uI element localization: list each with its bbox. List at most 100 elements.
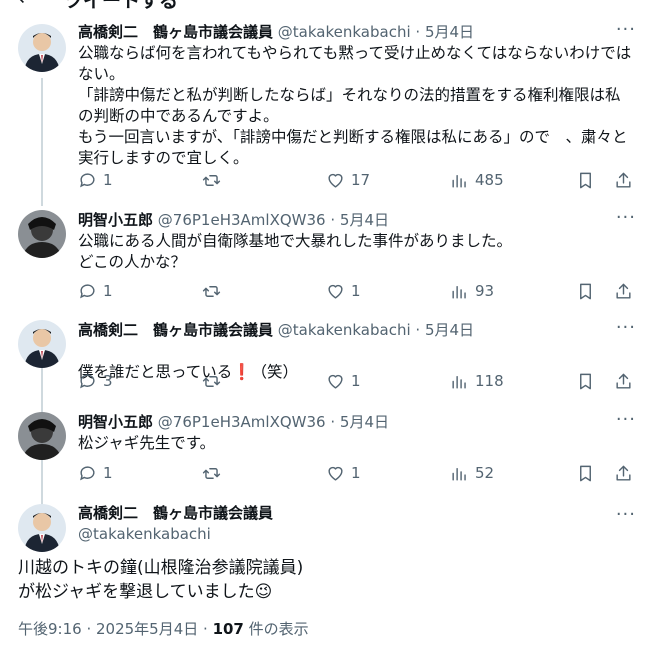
user-handle[interactable]: @76P1eH3AmlXQW36 [158,211,326,229]
reply-button[interactable]: 1 [78,280,113,302]
avatar-photo-icon [18,24,66,72]
tweet-date[interactable]: 5月4日 [340,413,389,431]
separator-dot: · [415,23,421,41]
tweet-date[interactable]: 5月4日 [340,211,389,229]
like-button[interactable]: 1 [326,462,361,484]
share-icon [616,373,631,389]
views-chart-icon [452,467,466,481]
heart-icon [328,466,343,481]
separator-dot: · [330,413,336,431]
views-chart-icon [452,174,466,188]
display-name[interactable]: 高橋剣二 鶴ヶ島市議会議員 [78,321,273,339]
retweet-button[interactable] [202,280,227,302]
avatar[interactable] [18,24,66,72]
bookmark-button[interactable] [576,370,601,392]
reply-icon [80,283,95,298]
views-button[interactable]: 93 [450,280,494,302]
reply-count: 1 [103,282,113,300]
retweet-button[interactable] [202,169,227,191]
avatar-photo-icon [18,210,66,258]
view-count: 93 [475,282,495,300]
like-count: 17 [351,171,371,189]
reply-count: 1 [103,171,113,189]
tweet-header: 高橋剣二 鶴ヶ島市議会議員 @takakenkabachi · 5月4日 [78,320,636,340]
bookmark-icon [580,465,591,481]
tweet-actions: 1 1 52 [78,462,636,484]
tweet-metadata: 午後9:16 · 2025年5月4日 · 107 件の表示 [18,618,309,639]
tweet-header: 高橋剣二 鶴ヶ島市議会議員 @takakenkabachi · 5月4日 [78,22,636,42]
bookmark-button[interactable] [576,280,601,302]
more-options-icon[interactable]: ··· [616,207,636,228]
like-count: 1 [351,372,361,390]
views-button[interactable]: 485 [450,169,504,191]
user-handle[interactable]: @takakenkabachi [278,321,411,339]
avatar[interactable] [18,320,66,368]
heart-icon [328,284,343,299]
bookmark-button[interactable] [576,462,601,484]
view-count: 52 [475,464,495,482]
views-count: 107 [212,620,244,638]
tweet-timestamp[interactable]: 午後9:16 · 2025年5月4日 · [18,620,213,638]
views-chart-icon [452,285,466,299]
more-options-icon[interactable]: ··· [616,504,636,525]
tweet-text: 公職にある人間が自衛隊基地で大暴れした事件がありました。 どこの人かな？ [78,232,513,271]
views-button[interactable]: 118 [450,370,504,392]
retweet-icon [202,467,221,479]
reply-icon [80,172,95,187]
user-handle[interactable]: @takakenkabachi [78,524,273,544]
share-button[interactable] [614,280,639,302]
avatar[interactable] [18,504,66,552]
like-button[interactable]: 1 [326,280,361,302]
display-name[interactable]: 明智小五郎 [78,211,153,229]
thread-line [41,456,43,506]
retweet-button[interactable] [202,370,227,392]
more-options-icon[interactable]: ··· [616,409,636,430]
separator-dot: · [330,211,336,229]
back-arrow-icon[interactable]: ← [18,0,35,10]
avatar-photo-icon [18,504,66,552]
share-button[interactable] [614,169,639,191]
avatar-photo-icon [18,412,66,460]
user-handle[interactable]: @takakenkabachi [278,23,411,41]
share-icon [616,283,631,299]
share-button[interactable] [614,462,639,484]
reply-count: 1 [103,464,113,482]
reply-button[interactable]: 1 [78,169,113,191]
views-button[interactable]: 52 [450,462,494,484]
like-button[interactable]: 17 [326,169,370,191]
tweet-actions: 1 1 93 [78,280,636,302]
thread-line [41,78,43,206]
reply-button[interactable]: 1 [78,462,113,484]
share-button[interactable] [614,370,639,392]
tweet-header: 明智小五郎 @76P1eH3AmlXQW36 · 5月4日 [78,210,636,230]
display-name[interactable]: 高橋剣二 鶴ヶ島市議会議員 [78,502,273,524]
more-options-icon[interactable]: ··· [616,19,636,40]
tweet-header: 明智小五郎 @76P1eH3AmlXQW36 · 5月4日 [78,412,636,432]
tweet-text: 公職ならば何を言われてもやられても黙って受け止めなくてはならないわけではない。 … [78,44,632,167]
avatar-photo-icon [18,320,66,368]
tweet-date[interactable]: 5月4日 [425,23,474,41]
user-handle[interactable]: @76P1eH3AmlXQW36 [158,413,326,431]
tweet-text: 松ジャギ先生です。 [78,434,216,452]
bookmark-icon [580,172,591,188]
reply-icon [80,373,95,388]
like-count: 1 [351,282,361,300]
tweet-date[interactable]: 5月4日 [425,321,474,339]
more-options-icon[interactable]: ··· [616,317,636,338]
bookmark-button[interactable] [576,169,601,191]
views-label: 件の表示 [243,620,309,638]
heart-icon [328,173,343,188]
like-button[interactable]: 1 [326,370,361,392]
display-name[interactable]: 明智小五郎 [78,413,153,431]
retweet-button[interactable] [202,462,227,484]
separator-dot: · [415,321,421,339]
share-icon [616,172,631,188]
page-title: ツイートする [64,0,179,12]
display-name[interactable]: 高橋剣二 鶴ヶ島市議会議員 [78,23,273,41]
view-count: 485 [475,171,504,189]
bookmark-icon [580,283,591,299]
avatar[interactable] [18,412,66,460]
bookmark-icon [580,373,591,389]
avatar[interactable] [18,210,66,258]
reply-button[interactable]: 3 [78,370,113,392]
